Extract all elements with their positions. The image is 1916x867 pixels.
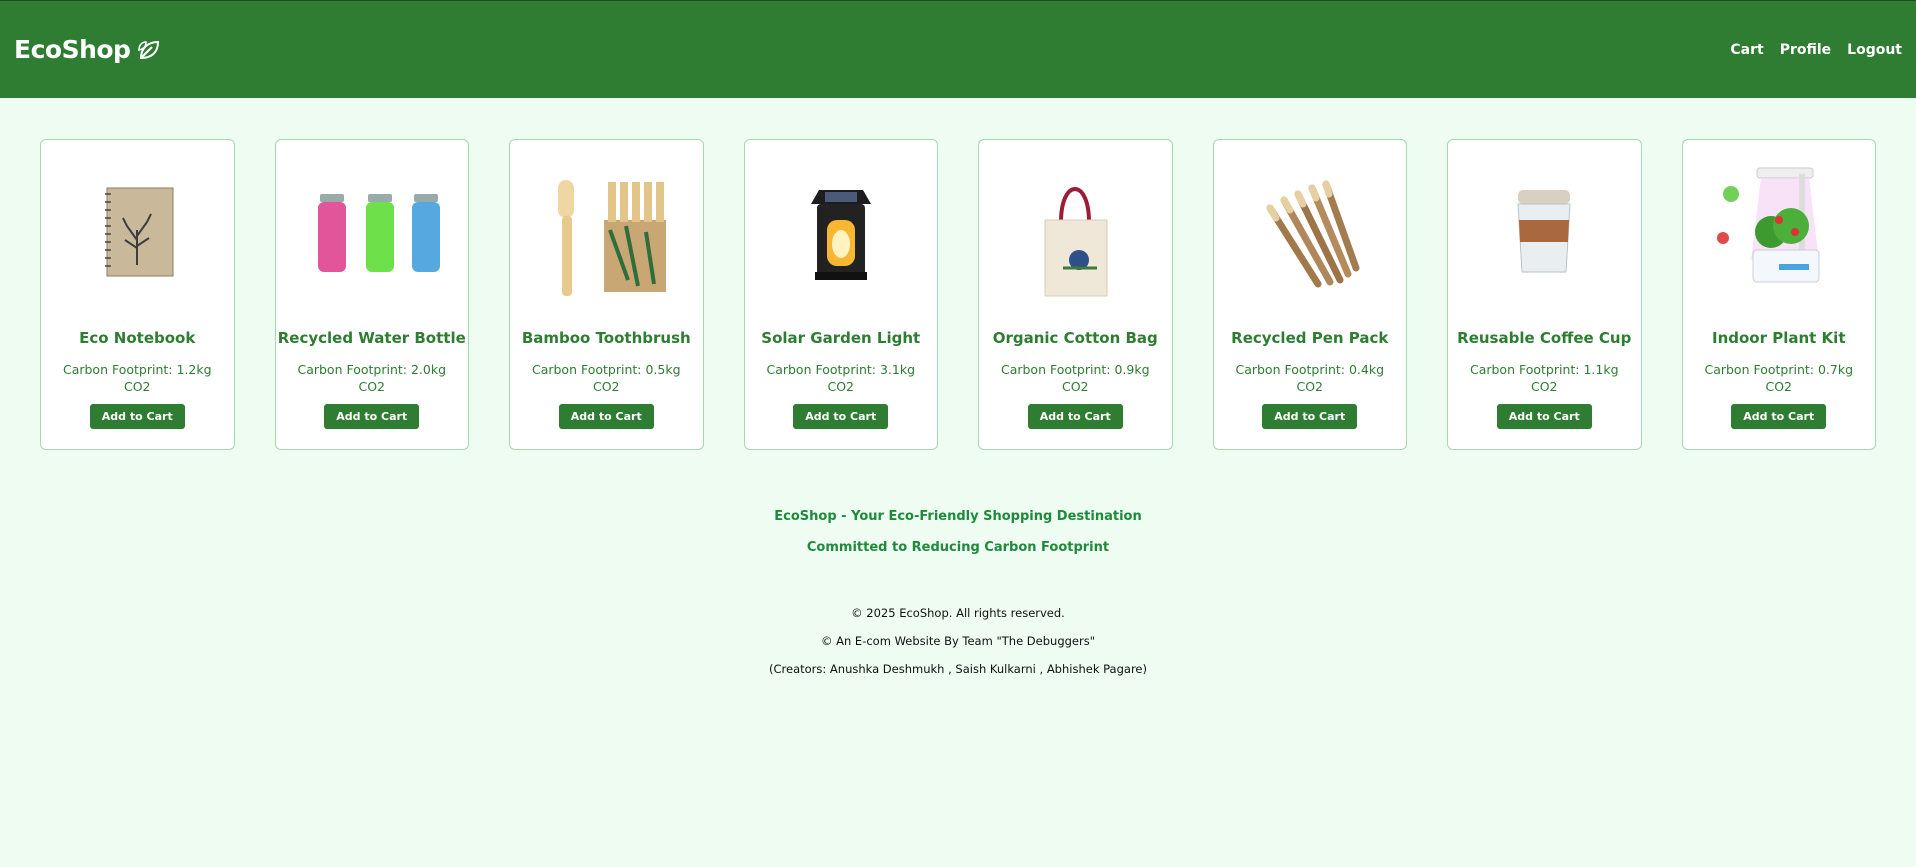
product-card: Reusable Coffee Cup Carbon Footprint: 1.… [1447, 139, 1642, 450]
add-to-cart-button[interactable]: Add to Cart [89, 404, 185, 429]
coffee-cup-image[interactable] [1474, 160, 1614, 300]
product-name: Bamboo Toothbrush [521, 329, 691, 347]
team-credit: © An E-com Website By Team "The Debugger… [820, 634, 1096, 648]
add-to-cart-button[interactable]: Add to Cart [1496, 404, 1592, 429]
product-name: Recycled Water Bottle [277, 329, 466, 347]
product-card: Solar Garden Light Carbon Footprint: 3.1… [743, 139, 938, 450]
add-to-cart-button[interactable]: Add to Cart [1731, 404, 1827, 429]
nav-profile[interactable]: Profile [1780, 42, 1831, 58]
nav-logout[interactable]: Logout [1847, 42, 1902, 58]
product-name: Indoor Plant Kit [1712, 329, 1846, 347]
carbon-footprint: Carbon Footprint: 3.1kg CO2 [766, 362, 916, 394]
footer-legal: © 2025 EcoShop. All rights reserved. © A… [0, 599, 1916, 683]
leaf-icon [136, 36, 164, 64]
pen-pack-image[interactable] [1240, 160, 1380, 300]
carbon-footprint: Carbon Footprint: 0.5kg CO2 [531, 362, 681, 394]
brand[interactable]: EcoShop [14, 35, 164, 64]
main-nav: Cart Profile Logout [1730, 42, 1902, 58]
notebook-image[interactable] [67, 160, 207, 300]
product-card: Recycled Pen Pack Carbon Footprint: 0.4k… [1212, 139, 1407, 450]
add-to-cart-button[interactable]: Add to Cart [1262, 404, 1358, 429]
top-header: EcoShop Cart Profile Logout [0, 0, 1916, 98]
solar-light-image[interactable] [771, 160, 911, 300]
water-bottle-image[interactable] [302, 160, 442, 300]
product-card: Organic Cotton Bag Carbon Footprint: 0.9… [978, 139, 1173, 450]
toothbrush-image[interactable] [536, 160, 676, 300]
footer-tagline: EcoShop - Your Eco-Friendly Shopping Des… [774, 509, 1142, 524]
carbon-footprint: Carbon Footprint: 1.2kg CO2 [62, 362, 212, 394]
footer-commitment: Committed to Reducing Carbon Footprint [806, 540, 1110, 555]
carbon-footprint: Carbon Footprint: 2.0kg CO2 [297, 362, 447, 394]
carbon-footprint: Carbon Footprint: 0.4kg CO2 [1235, 362, 1385, 394]
product-card: Indoor Plant Kit Carbon Footprint: 0.7kg… [1681, 139, 1876, 450]
product-name: Organic Cotton Bag [992, 329, 1158, 347]
product-name: Reusable Coffee Cup [1457, 329, 1632, 347]
product-card: Eco Notebook Carbon Footprint: 1.2kg CO2… [40, 139, 235, 450]
add-to-cart-button[interactable]: Add to Cart [1027, 404, 1123, 429]
creators-credit: (Creators: Anushka Deshmukh , Saish Kulk… [769, 662, 1147, 676]
add-to-cart-button[interactable]: Add to Cart [558, 404, 654, 429]
nav-cart[interactable]: Cart [1730, 42, 1763, 58]
carbon-footprint: Carbon Footprint: 0.9kg CO2 [1000, 362, 1150, 394]
brand-name: EcoShop [14, 35, 131, 64]
carbon-footprint: Carbon Footprint: 0.7kg CO2 [1704, 362, 1854, 394]
add-to-cart-button[interactable]: Add to Cart [324, 404, 420, 429]
product-card: Recycled Water Bottle Carbon Footprint: … [274, 139, 469, 450]
product-name: Eco Notebook [79, 329, 196, 347]
tote-bag-image[interactable] [1005, 160, 1145, 300]
plant-kit-image[interactable] [1709, 160, 1849, 300]
add-to-cart-button[interactable]: Add to Cart [793, 404, 889, 429]
product-card: Bamboo Toothbrush Carbon Footprint: 0.5k… [509, 139, 704, 450]
copyright-text: © 2025 EcoShop. All rights reserved. [851, 606, 1065, 620]
product-grid: Eco Notebook Carbon Footprint: 1.2kg CO2… [0, 139, 1916, 450]
product-name: Recycled Pen Pack [1231, 329, 1389, 347]
page-footer: EcoShop - Your Eco-Friendly Shopping Des… [0, 501, 1916, 683]
product-name: Solar Garden Light [761, 329, 921, 347]
carbon-footprint: Carbon Footprint: 1.1kg CO2 [1469, 362, 1619, 394]
